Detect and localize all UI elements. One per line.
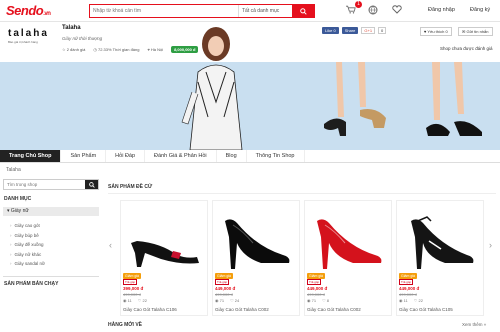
views-count: ◉ 71 [307,298,317,303]
banner-model-image [181,27,243,150]
stat-rating: ☆ 2 đánh giá [62,47,86,52]
heart-icon[interactable] [392,5,402,17]
shop-search-button[interactable] [85,180,98,189]
shop-rating-link[interactable]: Shop chưa được đánh giá [440,46,493,51]
search-icon [299,7,307,15]
subcategory-item[interactable]: Giày cao gót [10,221,45,231]
register-link[interactable]: Đăng ký [470,7,490,13]
search-bar: Tất cả danh mục [89,4,315,18]
likes-count: ♡ 8 [322,298,329,303]
tab-reviews[interactable]: Đánh Giá & Phản Hồi [145,150,217,162]
carousel-next-arrow[interactable]: › [489,240,492,250]
views-count: ◉ 11 [123,298,132,303]
product-old-price: 499,000 đ [123,292,141,297]
likes-count: ♡ 24 [230,298,240,303]
product-metrics: ◉ 71 ♡ 24 [215,298,239,303]
shoe-body [411,219,474,269]
search-icon [88,181,95,188]
product-image [225,219,290,269]
likes-count: ♡ 22 [413,298,423,303]
shop-search-input[interactable] [4,180,86,189]
globe-icon[interactable] [368,5,378,18]
favorite-button[interactable]: ♥ Yêu thích 0 [420,27,452,36]
product-old-price: 499,000 đ [399,292,417,297]
product-name[interactable]: Giày Cao Gót Talaha C105 [399,307,453,312]
product-name[interactable]: Giày Cao Gót Talaha C002 [215,307,269,312]
tab-home[interactable]: Trang Chủ Shop [0,150,62,162]
subcategory-item[interactable]: Giày sandal nữ [10,259,46,269]
banner-shoes-image [324,62,482,136]
product-price: 399,000 đ [123,286,144,291]
shop-banner: talaha Bảo giá trị khách hàng Talaha Già… [0,22,500,150]
subcategory-item[interactable]: Giày búp bê [10,231,45,241]
stat-location: ⌖ Hà Nội [147,47,164,52]
product-metrics: ◉ 11 ♡ 22 [123,298,147,303]
gplus-button[interactable]: G+1 [361,27,376,34]
search-button[interactable] [292,4,314,18]
bestseller-section-title: SẢN PHẨM BÁN CHẠY [4,281,59,287]
product-price: 449,000 đ [307,286,328,291]
tab-qa[interactable]: Hỏi Đáp [106,150,146,162]
product-name[interactable]: Giày Cao Gót Talaha C106 [123,307,177,312]
product-metrics: ◉ 11 ♡ 22 [399,298,423,303]
send-message-button[interactable]: ✉ Gửi tin nhắn [458,27,493,36]
product-card[interactable]: Giảm giá Trả góp 449,000 đ 499,000 đ ◉ 1… [396,200,484,316]
product-card[interactable]: Giảm giá Trả góp 449,000 đ 499,000 đ ◉ 7… [304,200,392,316]
shop-name: Talaha [62,25,81,31]
installment-badge: Trả góp [307,279,322,285]
product-metrics: ◉ 71 ♡ 8 [307,298,329,303]
product-price: 449,000 đ [215,286,236,291]
subcategory-item[interactable]: Giày nữ khác [10,250,45,260]
sidebar: DANH MỤC ▾ Giày nữ Giày cao gót Giày búp… [0,175,104,332]
view-all-link[interactable]: Xem thêm » [462,322,486,327]
social-buttons: Like 0 Share G+1 0 [322,27,387,34]
cart-count-badge: 1 [355,1,362,8]
views-count: ◉ 71 [215,298,225,303]
installment-badge: Trả góp [123,279,138,285]
tab-blog[interactable]: Blog [217,150,247,162]
sendo-logo[interactable]: Sendo.vn [6,3,51,18]
shop-search [3,179,99,190]
shop-slogan: Giày nữ thời thượng [62,36,103,41]
views-count: ◉ 11 [399,298,408,303]
breadcrumb[interactable]: Talaha [6,167,21,173]
tab-products[interactable]: Sản Phẩm [61,150,107,162]
shop-logo[interactable]: talaha Bảo giá trị khách hàng [8,28,52,54]
section-divider [108,193,496,194]
product-image [131,241,199,267]
sidebar-divider [3,276,99,277]
shop-nav-tabs: Trang Chủ Shop Sản Phẩm Hỏi Đáp Đánh Giá… [0,150,500,163]
facebook-like-button[interactable]: Like 0 [322,27,339,34]
product-card[interactable]: Giảm giá Trả góp 449,000 đ 499,000 đ ◉ 7… [212,200,300,316]
facebook-share-button[interactable]: Share [341,27,359,34]
product-name[interactable]: Giày Cao Gót Talaha C002 [307,307,361,312]
cart-icon[interactable] [346,5,356,17]
top-header: Sendo.vn Tất cả danh mục 1 Đăng nhập Đăn… [0,0,500,22]
shoe-body [131,241,199,267]
category-giay-nu[interactable]: ▾ Giày nữ [3,207,99,216]
gplus-count: 0 [378,27,387,34]
product-image [317,219,382,269]
featured-products-title: SẢN PHẨM ĐỀ CỬ [108,184,153,190]
product-old-price: 499,000 đ [215,292,233,297]
login-link[interactable]: Đăng nhập [428,7,455,13]
shoe-body [317,219,382,269]
search-category-select[interactable]: Tất cả danh mục [238,5,292,17]
product-old-price: 499,000 đ [307,292,325,297]
carousel-prev-arrow[interactable]: ‹ [109,240,112,250]
tab-shop-info[interactable]: Thông Tin Shop [247,150,305,162]
new-arrivals-title: HÀNG MỚI VỀ [108,322,142,328]
shoe-body [225,219,290,269]
likes-count: ♡ 22 [137,298,147,303]
product-image [411,216,474,269]
subcategory-list: Giày cao gót Giày búp bê Giày đế xuồng G… [10,221,46,269]
subcategory-item[interactable]: Giày đế xuồng [10,240,45,250]
product-card[interactable]: Giảm giá Trả góp 399,000 đ 499,000 đ ◉ 1… [120,200,208,316]
installment-badge: Trả góp [215,279,230,285]
installment-badge: Trả góp [399,279,414,285]
category-section-title: DANH MỤC [4,196,32,202]
stat-ontime: ◷ 72.33% Thời gian đáng [93,47,140,52]
product-price: 449,000 đ [399,286,420,291]
search-input[interactable] [90,5,238,17]
